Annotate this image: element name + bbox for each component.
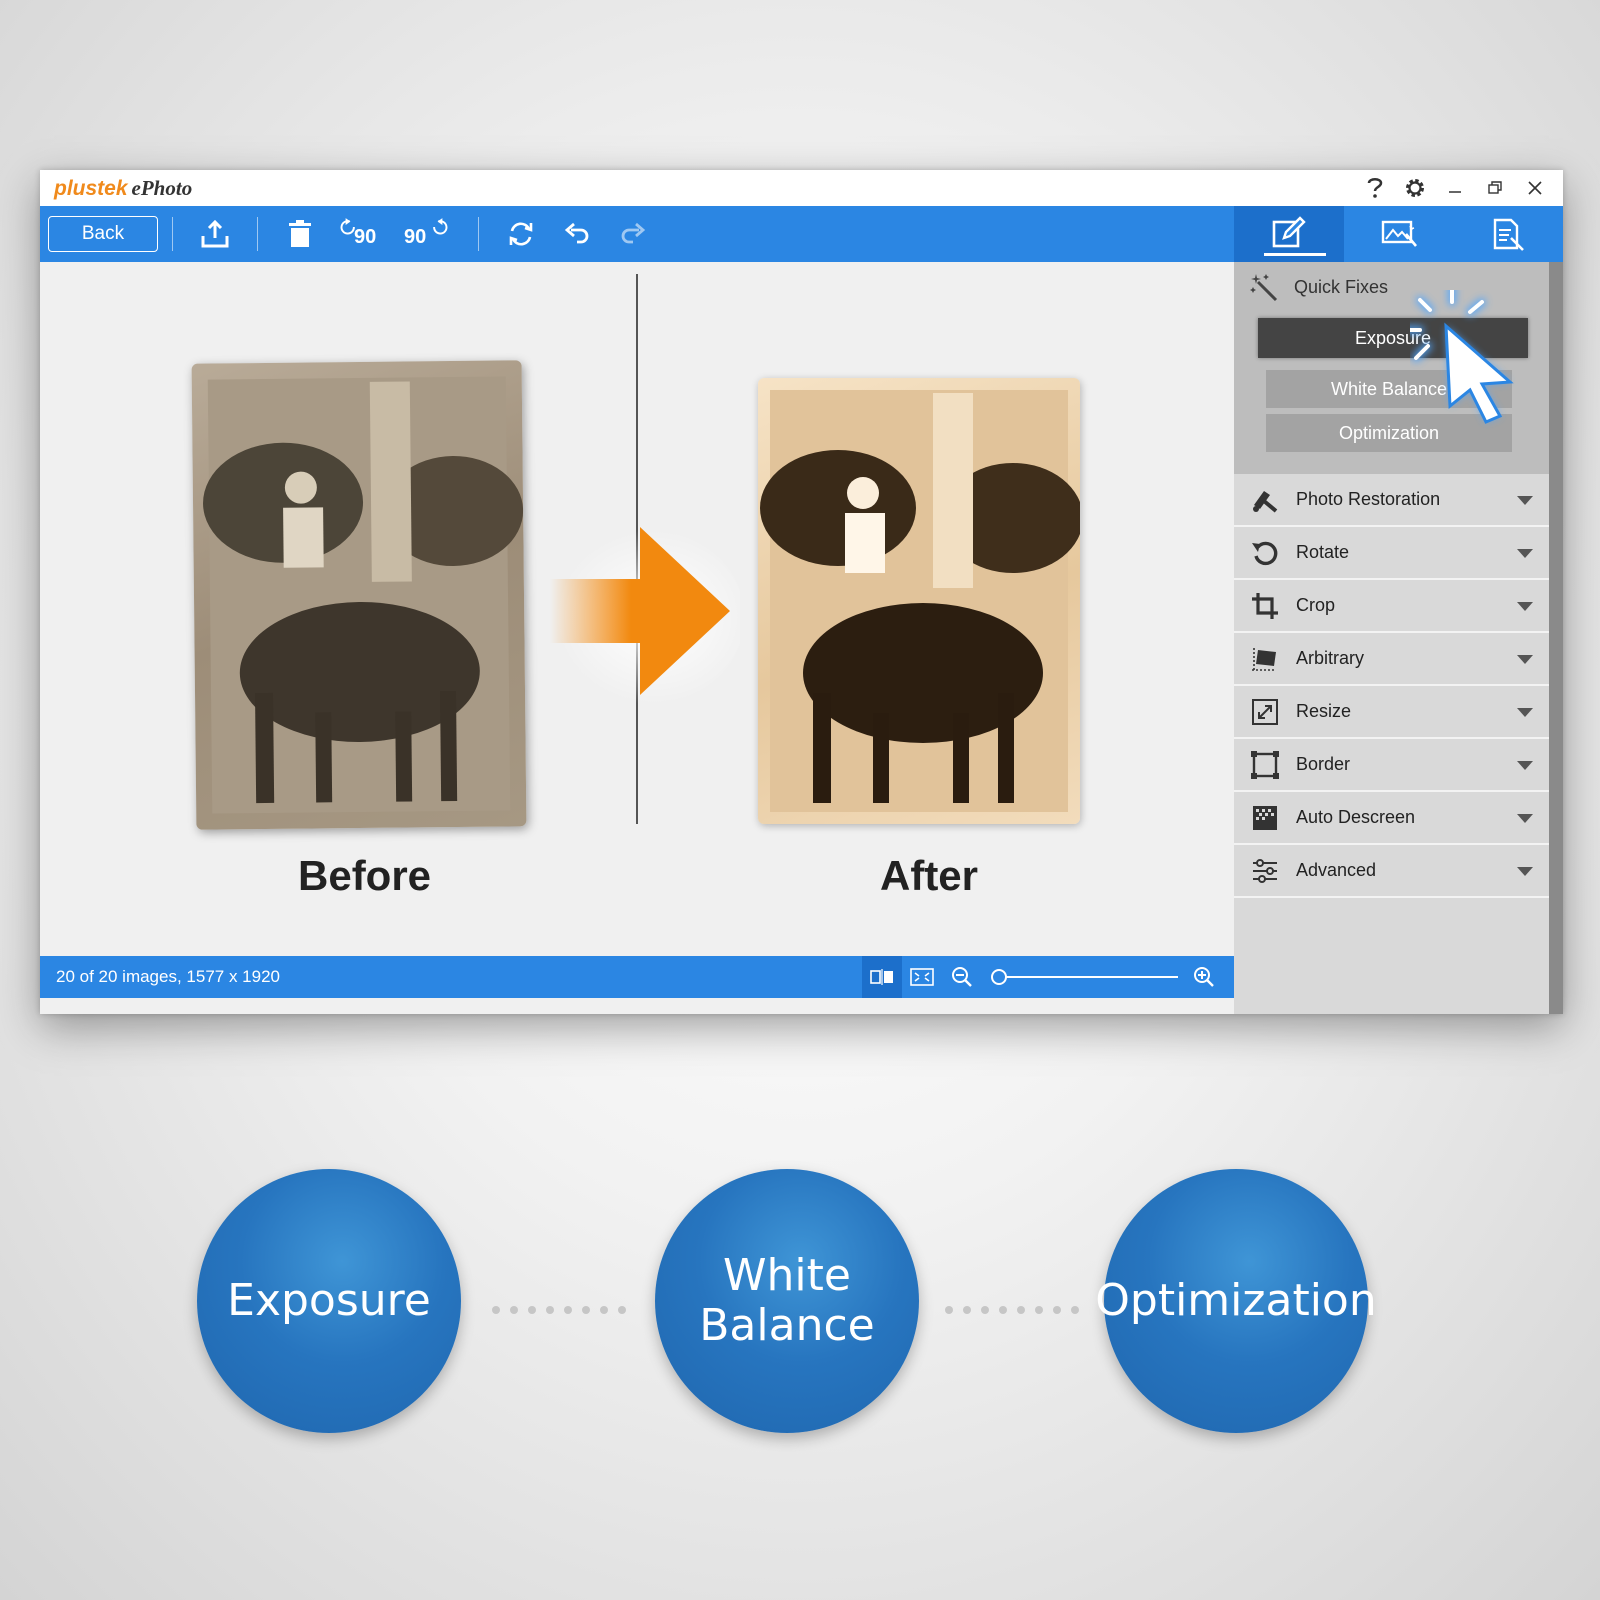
connector-dots xyxy=(492,1306,626,1314)
photo-restoration-icon xyxy=(1250,485,1280,515)
status-bar: 20 of 20 images, 1577 x 1920 xyxy=(40,956,1234,998)
arrow-icon xyxy=(530,527,745,707)
edit-icon xyxy=(1272,216,1306,248)
sidebar-item-label: Rotate xyxy=(1296,542,1350,562)
app-title: plustek ePhoto xyxy=(54,176,192,201)
preview-canvas: Before After xyxy=(40,262,1234,956)
quick-fixes-title: Quick Fixes xyxy=(1294,276,1389,297)
restore-icon[interactable] xyxy=(1475,170,1515,206)
fit-screen-icon[interactable] xyxy=(902,956,942,998)
chevron-down-icon xyxy=(1517,761,1533,770)
toolbar-divider xyxy=(478,217,479,251)
sidebar-item-photo-restoration[interactable]: Photo Restoration xyxy=(1234,474,1549,527)
undo-icon[interactable] xyxy=(555,212,599,256)
zoom-slider-handle[interactable] xyxy=(991,969,1008,985)
chevron-down-icon xyxy=(1517,655,1533,664)
chevron-down-icon xyxy=(1517,708,1533,717)
resize-icon xyxy=(1250,697,1280,727)
sidebar-item-label: Auto Descreen xyxy=(1296,807,1416,827)
sidebar-item-resize[interactable]: Resize xyxy=(1234,686,1549,739)
chevron-down-icon xyxy=(1517,549,1533,558)
chevron-down-icon xyxy=(1517,867,1533,876)
close-icon[interactable] xyxy=(1515,170,1555,206)
image-info: 20 of 20 images, 1577 x 1920 xyxy=(56,967,280,986)
after-photo xyxy=(758,378,1080,824)
tab-document[interactable] xyxy=(1453,206,1563,262)
magic-wand-icon xyxy=(1250,274,1278,302)
view-tools xyxy=(862,956,1224,998)
main-toolbar: Back 90 90 xyxy=(40,206,1234,262)
arbitrary-icon xyxy=(1250,644,1280,674)
sidebar-item-crop[interactable]: Crop xyxy=(1234,580,1549,633)
cursor-click-icon xyxy=(1402,282,1550,440)
sidebar-item-advanced[interactable]: Advanced xyxy=(1234,845,1549,898)
delete-icon[interactable] xyxy=(278,212,322,256)
rotate-right-90-icon[interactable]: 90 xyxy=(402,212,458,256)
crop-icon xyxy=(1250,591,1280,621)
tab-edit[interactable] xyxy=(1234,206,1344,262)
document-edit-icon xyxy=(1493,218,1525,251)
app-window: plustek ePhoto Back 90 90 Before After 2… xyxy=(40,170,1563,1014)
chevron-down-icon xyxy=(1517,814,1533,823)
feature-exposure: Exposure xyxy=(197,1169,461,1433)
rotate-left-label: 90 xyxy=(354,226,377,248)
border-icon xyxy=(1250,750,1280,780)
title-bar: plustek ePhoto xyxy=(40,170,1563,206)
product-name: ePhoto xyxy=(131,175,193,200)
sidebar-item-label: Photo Restoration xyxy=(1296,489,1441,509)
compare-view-icon[interactable] xyxy=(862,956,902,998)
zoom-out-icon[interactable] xyxy=(942,956,982,998)
sidebar-item-border[interactable]: Border xyxy=(1234,739,1549,792)
sliders-icon xyxy=(1250,856,1280,886)
redo-icon[interactable] xyxy=(611,212,655,256)
before-label: Before xyxy=(298,852,432,899)
minimize-icon[interactable] xyxy=(1435,170,1475,206)
connector-dots xyxy=(945,1306,1079,1314)
sidebar-item-label: Border xyxy=(1296,754,1351,774)
feature-exposure-label: Exposure xyxy=(227,1275,431,1326)
sidebar-item-rotate[interactable]: Rotate xyxy=(1234,527,1549,580)
gear-icon[interactable] xyxy=(1395,170,1435,206)
image-enhance-icon xyxy=(1381,220,1417,247)
zoom-track-line xyxy=(998,976,1178,978)
after-label: After xyxy=(880,852,979,899)
chevron-down-icon xyxy=(1517,602,1533,611)
sidebar-item-label: Crop xyxy=(1296,595,1336,615)
feature-white-balance: White Balance xyxy=(655,1169,919,1433)
rotate-icon xyxy=(1250,538,1280,568)
descreen-icon xyxy=(1250,803,1280,833)
toolbar-divider xyxy=(172,217,173,251)
sidebar-item-label: Advanced xyxy=(1296,860,1377,880)
rotate-right-label: 90 xyxy=(404,226,427,248)
tab-enhance[interactable] xyxy=(1344,206,1454,262)
feature-optimization: Optimization xyxy=(1095,1169,1377,1433)
back-button[interactable]: Back xyxy=(48,216,158,252)
window-controls xyxy=(1355,170,1555,206)
export-icon[interactable] xyxy=(193,212,237,256)
feature-white-balance-line2: Balance xyxy=(699,1300,875,1351)
feature-white-balance-line1: White xyxy=(723,1250,851,1301)
refresh-icon[interactable] xyxy=(499,212,543,256)
brand-name: plustek xyxy=(54,176,128,200)
sidebar-item-label: Arbitrary xyxy=(1296,648,1365,668)
before-photo xyxy=(191,360,527,830)
feature-optimization-label: Optimization xyxy=(1095,1275,1377,1326)
sidebar-item-auto-descreen[interactable]: Auto Descreen xyxy=(1234,792,1549,845)
chevron-down-icon xyxy=(1517,496,1533,505)
sidebar-item-label: Resize xyxy=(1296,701,1352,721)
toolbar-divider xyxy=(257,217,258,251)
zoom-in-icon[interactable] xyxy=(1184,956,1224,998)
mode-tabs xyxy=(1234,206,1563,262)
help-icon[interactable] xyxy=(1355,170,1395,206)
rotate-left-90-icon[interactable]: 90 xyxy=(334,212,390,256)
back-button-label: Back xyxy=(81,223,125,244)
zoom-slider[interactable] xyxy=(988,956,1178,998)
sidebar-item-arbitrary[interactable]: Arbitrary xyxy=(1234,633,1549,686)
